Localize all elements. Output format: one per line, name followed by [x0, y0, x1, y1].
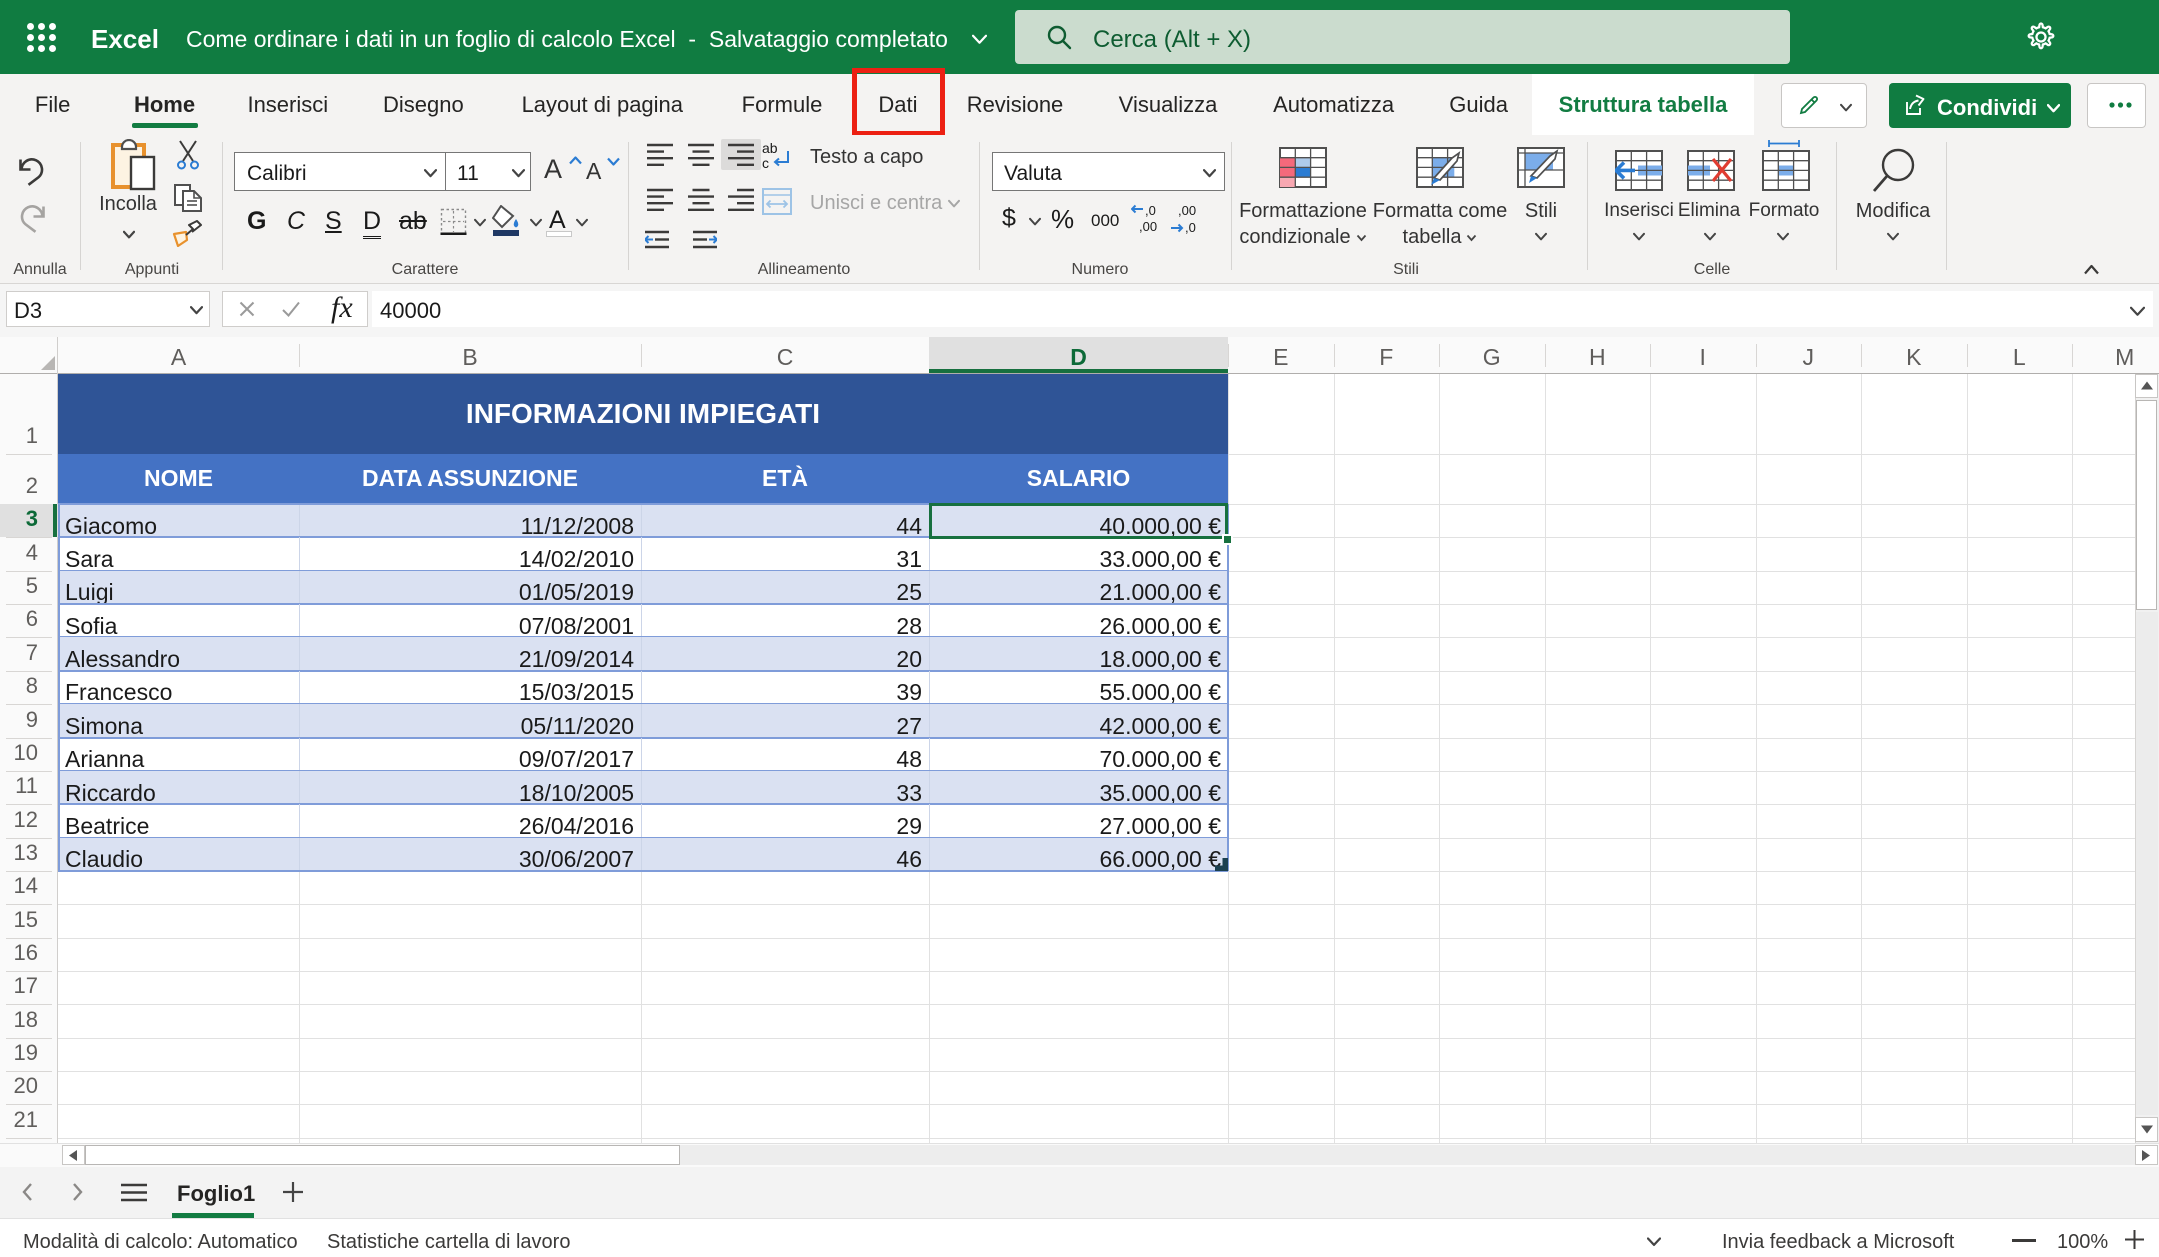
svg-text:c: c	[762, 155, 769, 170]
svg-text:ab: ab	[762, 141, 778, 156]
svg-text:,0: ,0	[1185, 220, 1196, 234]
svg-text:,0: ,0	[1145, 204, 1156, 218]
svg-text:,00: ,00	[1178, 204, 1196, 218]
svg-text:,00: ,00	[1139, 219, 1157, 234]
